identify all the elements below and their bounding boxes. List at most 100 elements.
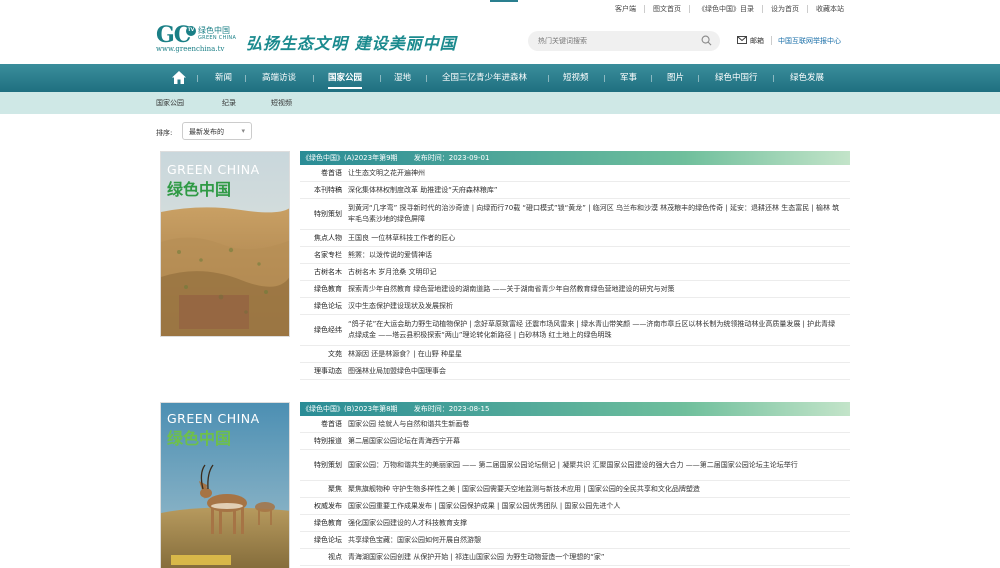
row-text[interactable]: 第二届国家公园论坛在青海西宁开幕 (348, 433, 850, 449)
site-slogan: 弘扬生态文明 建设美丽中国 (246, 34, 457, 53)
row-label: 聚焦 (328, 485, 342, 493)
table-row: 特别报道 第二届国家公园论坛在青海西宁开幕 (300, 433, 850, 450)
link-photo-home[interactable]: 图文首页 (645, 5, 690, 13)
top-links: 客户端 图文首页 《绿色中国》目录 设为首页 收藏本站 (607, 4, 852, 14)
nav-separator (197, 75, 198, 82)
cover-title-cn: 绿色中国 (167, 180, 232, 199)
nav-item-national-parks[interactable]: 国家公园 (328, 64, 363, 92)
row-label: 古树名木 (314, 268, 342, 276)
home-icon[interactable] (171, 70, 187, 87)
subnav-item-short-video[interactable]: 短视频 (271, 98, 292, 108)
nav-separator (698, 75, 699, 82)
nav-separator (426, 75, 427, 82)
table-row: 本刊特稿 深化集体林权制度改革 助推建设“天府森林粮库” (300, 182, 850, 199)
issue-contents-table: 卷首语 国家公园 绘就人与自然和谐共生新画卷 特别报道 第二届国家公园论坛在青海西宁… (300, 416, 850, 566)
row-text[interactable]: “鸽子花”在大运会助力野生动植物保护 | 念好草原致富经 还震市场风雷来 | 绿… (348, 315, 850, 345)
row-text[interactable]: 到黄河“几字弯” 探寻新时代的治沙奇迹 | 向绿而行70载 “磴口模式”锁“黄龙… (348, 199, 850, 229)
row-text[interactable]: 熊罴：以泼传说的爱情神话 (348, 247, 850, 263)
cover-title-en: GREEN CHINA (167, 162, 260, 177)
sort-select[interactable]: 最新发布的 ▾ (182, 122, 252, 140)
link-bookmark[interactable]: 收藏本站 (808, 5, 852, 13)
row-text[interactable]: 探索青少年自然教育 绿色营地建设的湖南道路 ——关于湖南省青少年自然教育绿色营地… (348, 281, 850, 297)
row-text[interactable]: 国家公园：万物和谐共生的美丽家园 —— 第二届国家公园论坛侧记 | 凝聚共识 汇… (348, 450, 850, 480)
nav-separator (651, 75, 652, 82)
row-text[interactable]: 聚焦旗舰物种 守护生物多样性之美 | 国家公园需要天空地监测与新技术应用 | 国… (348, 481, 850, 497)
nav-separator (245, 75, 246, 82)
sort-label: 排序: (156, 129, 173, 137)
issue-card: GREEN CHINA 绿色中国 《绿色中国》(A)2023年第9期 发布时间：… (160, 151, 850, 391)
issue-header[interactable]: 《绿色中国》(B)2023年第8期 发布时间：2023-08-15 (300, 402, 850, 416)
table-row: 绿色论坛 汉中生态保护建设现状及发展探析 (300, 298, 850, 315)
nav-item-pictures[interactable]: 图片 (667, 64, 684, 92)
nav-item-military[interactable]: 军事 (620, 64, 637, 92)
nav-item-interviews[interactable]: 高端访谈 (262, 64, 296, 92)
row-label: 文苑 (328, 350, 342, 358)
magazine-cover-image[interactable]: GREEN CHINA 绿色中国 (160, 151, 290, 337)
table-row: 理事动态 图强林业局加盟绿色中国理事会 (300, 363, 850, 380)
issue-header[interactable]: 《绿色中国》(A)2023年第9期 发布时间：2023-09-01 (300, 151, 850, 165)
row-label: 本刊特稿 (314, 186, 342, 194)
issue-title[interactable]: 《绿色中国》(A)2023年第9期 (302, 154, 398, 162)
logo-url: www.greenchina.tv (156, 45, 225, 53)
table-row: 特别策划 到黄河“几字弯” 探寻新时代的治沙奇迹 | 向绿而行70载 “磴口模式”… (300, 199, 850, 230)
nav-item-wetlands[interactable]: 湿地 (394, 64, 411, 92)
row-label: 绿色教育 (314, 285, 342, 293)
row-label: 焦点人物 (314, 234, 342, 242)
mail-label: 邮箱 (750, 37, 764, 45)
row-text[interactable]: 林源因 还是林源食？| 在山野 种星星 (348, 346, 850, 362)
row-label: 理事动态 (314, 367, 342, 375)
table-row: 绿色教育 强化国家公园建设的人才科技教育支撑 (300, 515, 850, 532)
link-set-homepage[interactable]: 设为首页 (763, 5, 808, 13)
table-row: 特别策划 国家公园：万物和谐共生的美丽家园 —— 第二届国家公园论坛侧记 | 凝聚… (300, 450, 850, 481)
link-client[interactable]: 客户端 (607, 5, 645, 13)
row-label: 绿色经纬 (314, 326, 342, 334)
sub-nav: 国家公园 纪录 短视频 (0, 92, 1000, 114)
table-row: 绿色教育 探索青少年自然教育 绿色营地建设的湖南道路 ——关于湖南省青少年自然教育… (300, 281, 850, 298)
row-text[interactable]: 深化集体林权制度改革 助推建设“天府森林粮库” (348, 182, 850, 198)
row-text[interactable]: 汉中生态保护建设现状及发展探析 (348, 298, 850, 314)
nav-item-green-development[interactable]: 绿色发展 (790, 64, 824, 92)
site-logo[interactable]: GC TV 绿色中国 GREEN CHINA www.greenchina.tv (156, 22, 240, 58)
nav-item-short-video[interactable]: 短视频 (563, 64, 589, 92)
magazine-cover-image[interactable]: GREEN CHINA 绿色中国 (160, 402, 290, 568)
subnav-item-documentary[interactable]: 纪录 (222, 98, 236, 108)
mailbox-link[interactable]: 邮箱 (737, 36, 764, 46)
issue-contents-table: 卷首语 让生态文明之花开遍神州 本刊特稿 深化集体林权制度改革 助推建设“天府森林粮… (300, 165, 850, 380)
report-center-link[interactable]: 中国互联网举报中心 (778, 36, 841, 46)
nav-separator (313, 75, 314, 82)
row-label: 绿色教育 (314, 519, 342, 527)
link-magazine-catalog[interactable]: 《绿色中国》目录 (690, 5, 763, 13)
row-text[interactable]: 王国良 一位林草科技工作者的匠心 (348, 230, 850, 246)
row-text[interactable]: 古树名木 岁月沧桑 文明印记 (348, 264, 850, 280)
issue-card: GREEN CHINA 绿色中国 《绿色中国》(B)2023年第8期 发布时间：… (160, 402, 850, 568)
row-text[interactable]: 国家公园 绘就人与自然和谐共生新画卷 (348, 416, 850, 432)
search-box[interactable]: 热门关键词搜索 (528, 31, 720, 51)
search-input[interactable]: 热门关键词搜索 (538, 36, 587, 46)
table-row: 视点 青海湖国家公园创建 从保护开始 | 祁连山国家公园 为野生动物营造一个理想的… (300, 549, 850, 566)
table-row: 绿色经纬 “鸽子花”在大运会助力野生动植物保护 | 念好草原致富经 还震市场风雷来… (300, 315, 850, 346)
row-label: 绿色论坛 (314, 302, 342, 310)
row-text[interactable]: 青海湖国家公园创建 从保护开始 | 祁连山国家公园 为野生动物营造一个理想的“家… (348, 549, 850, 565)
subnav-item-national-parks[interactable]: 国家公园 (156, 98, 184, 108)
row-text[interactable]: 让生态文明之花开遍神州 (348, 165, 850, 181)
issue-title[interactable]: 《绿色中国》(B)2023年第8期 (302, 405, 398, 413)
nav-item-news[interactable]: 新闻 (215, 64, 232, 92)
top-accent-line (490, 0, 518, 2)
chevron-down-icon: ▾ (241, 127, 245, 135)
row-label: 绿色论坛 (314, 536, 342, 544)
nav-item-green-china-tour[interactable]: 绿色中国行 (715, 64, 758, 92)
nav-item-youth-forest[interactable]: 全国三亿青少年进森林 (442, 64, 527, 92)
row-text[interactable]: 共享绿色宝藏：国家公园如何开展自然游憩 (348, 532, 850, 548)
search-icon[interactable] (701, 35, 712, 48)
row-label: 权威发布 (314, 502, 342, 510)
row-text[interactable]: 图强林业局加盟绿色中国理事会 (348, 363, 850, 379)
row-text[interactable]: 强化国家公园建设的人才科技教育支撑 (348, 515, 850, 531)
row-text[interactable]: 国家公园重要工作成果发布 | 国家公园保护成果 | 国家公园优秀团队 | 国家公… (348, 498, 850, 514)
nav-separator (548, 75, 549, 82)
nav-separator (773, 75, 774, 82)
table-row: 古树名木 古树名木 岁月沧桑 文明印记 (300, 264, 850, 281)
issue-date: 发布时间：2023-09-01 (413, 154, 490, 162)
table-row: 名家专栏 熊罴：以泼传说的爱情神话 (300, 247, 850, 264)
logo-english-name: GREEN CHINA (198, 35, 237, 41)
table-row: 绿色论坛 共享绿色宝藏：国家公园如何开展自然游憩 (300, 532, 850, 549)
